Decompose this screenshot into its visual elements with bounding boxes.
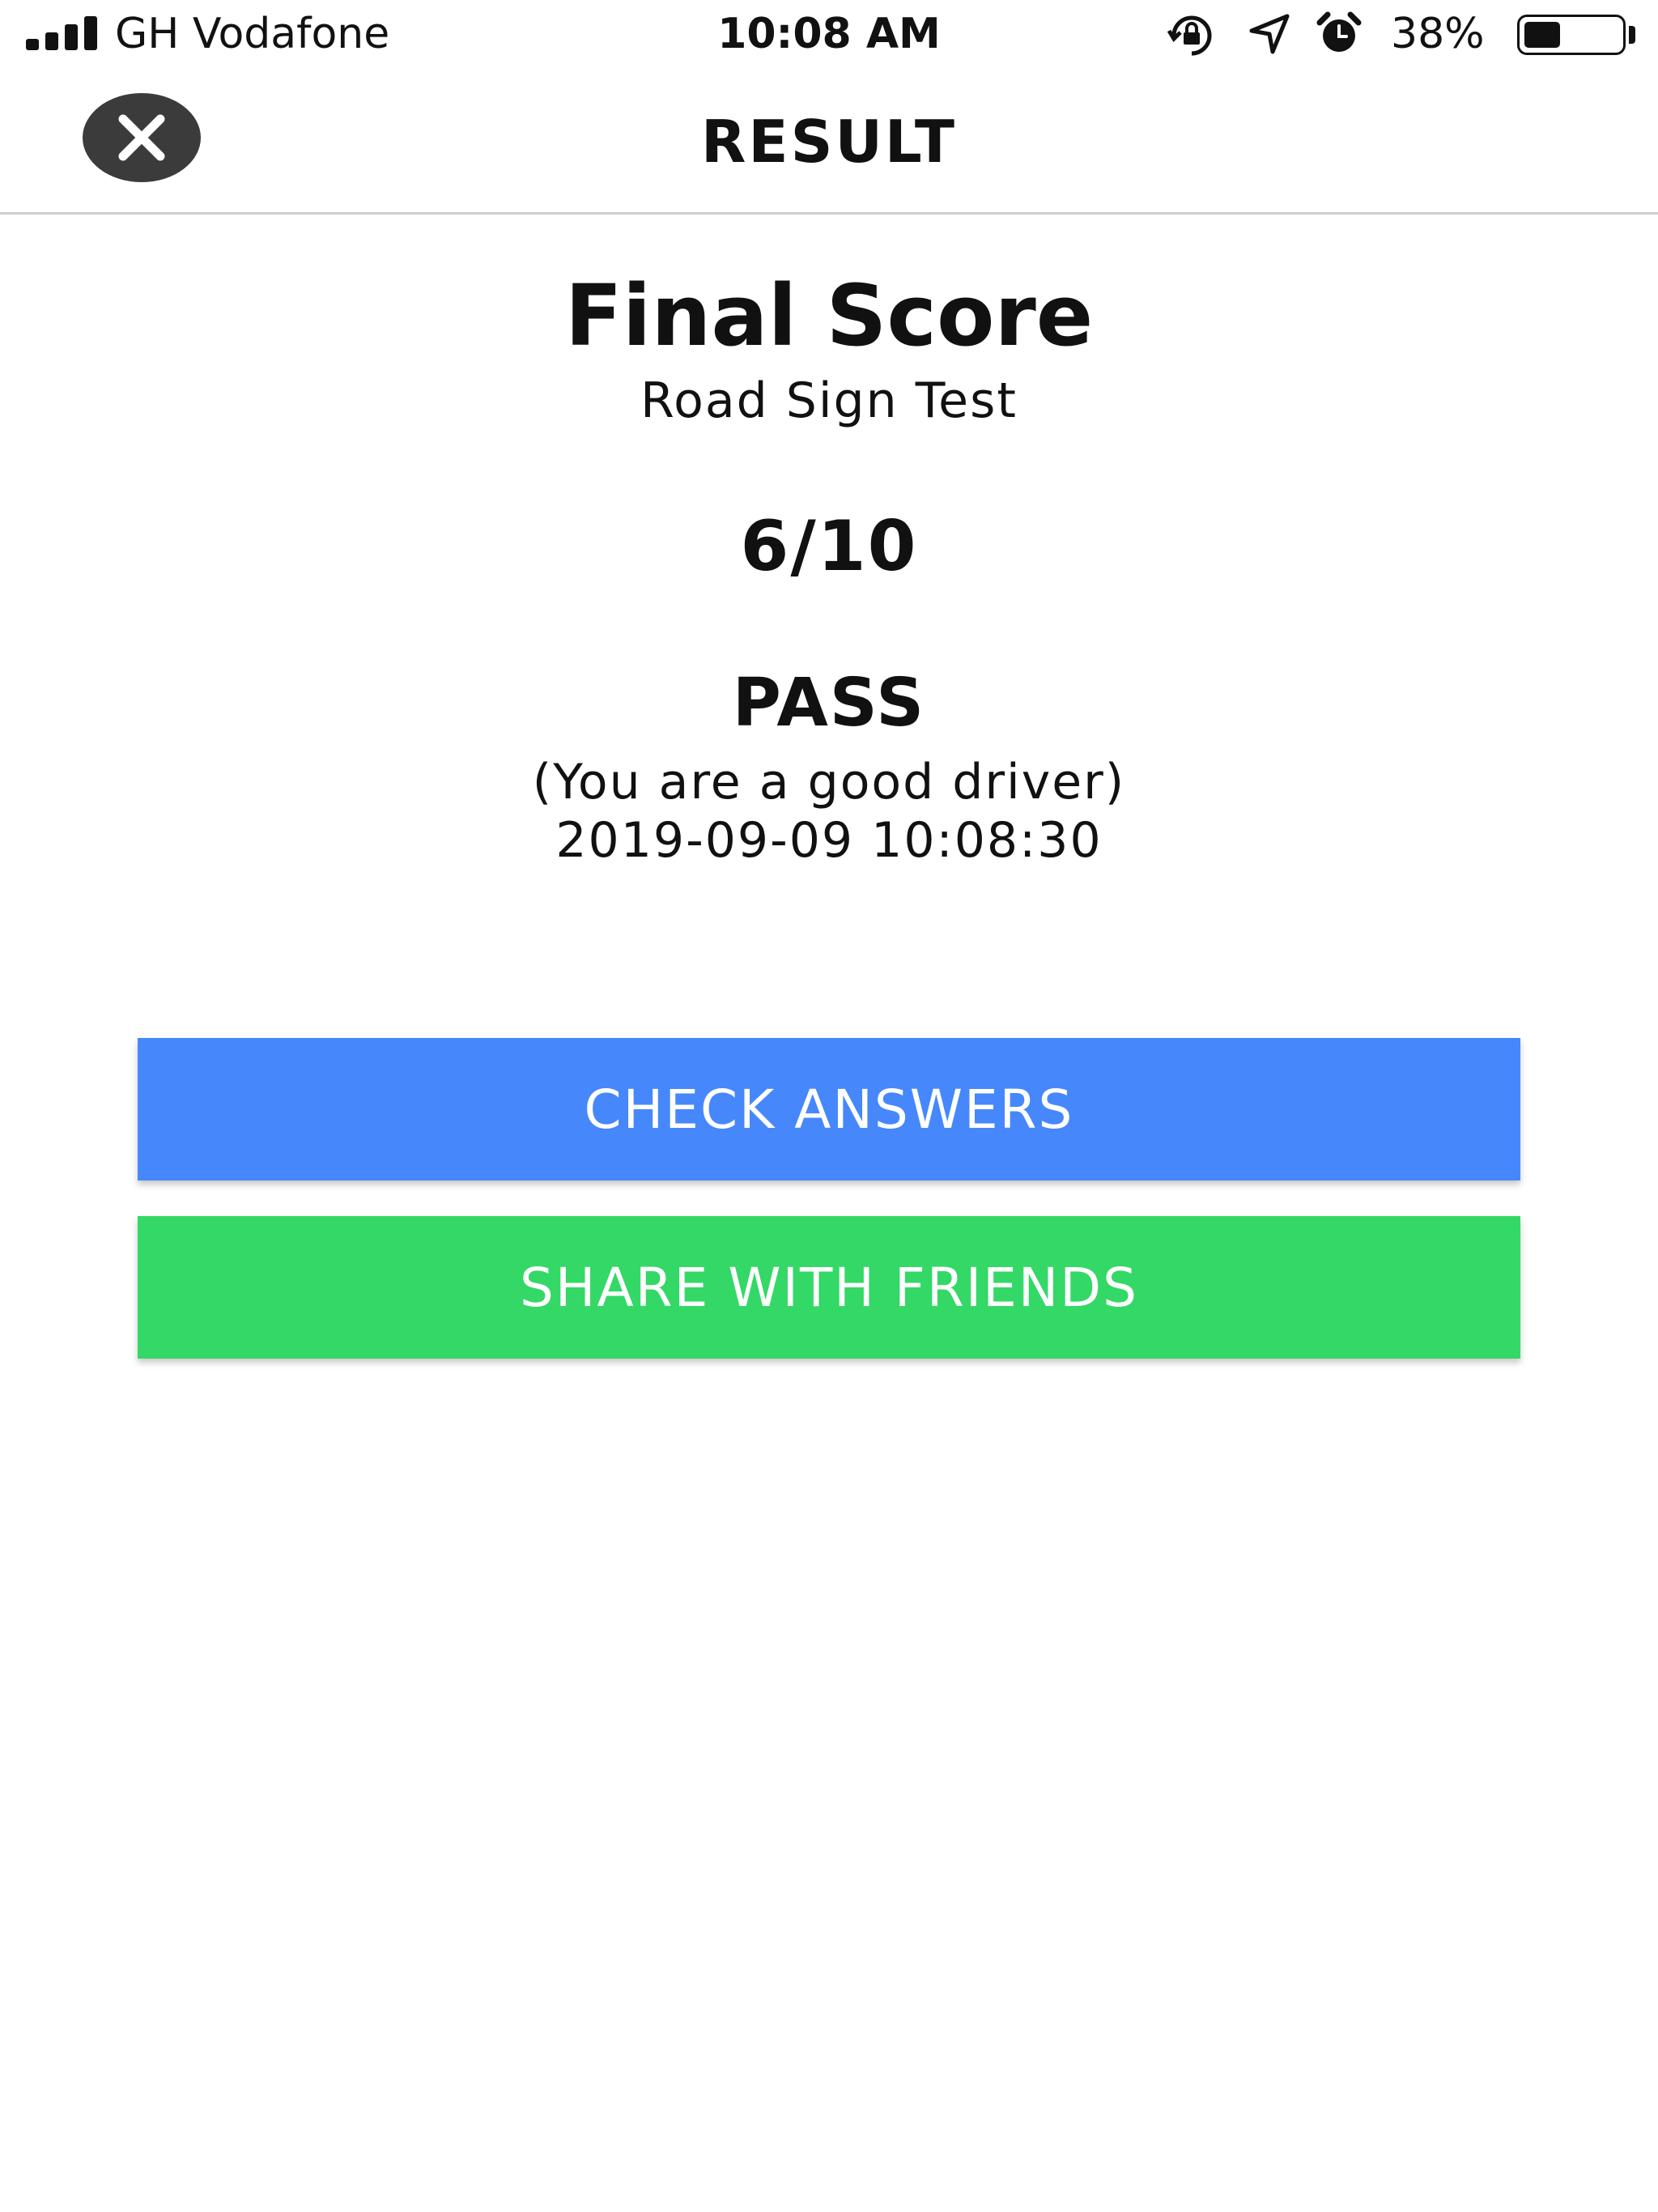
result-remark: (You are a good driver) bbox=[532, 754, 1126, 810]
alarm-icon bbox=[1316, 11, 1362, 52]
result-screen: GH Vodafone 10:08 AM 38% RESULT Final Sc… bbox=[0, 0, 1658, 2212]
battery-percent: 38% bbox=[1391, 10, 1485, 58]
nav-bar: RESULT bbox=[0, 69, 1658, 215]
test-name: Road Sign Test bbox=[640, 372, 1018, 429]
orientation-lock-icon bbox=[1167, 15, 1212, 56]
check-answers-label: CHECK ANSWERS bbox=[584, 1078, 1074, 1141]
battery-cap bbox=[1629, 26, 1635, 44]
score-value: 6/10 bbox=[740, 506, 918, 587]
check-answers-button[interactable]: CHECK ANSWERS bbox=[138, 1038, 1520, 1180]
share-label: SHARE WITH FRIENDS bbox=[520, 1256, 1138, 1319]
status-bar: GH Vodafone 10:08 AM 38% bbox=[0, 0, 1658, 69]
share-with-friends-button[interactable]: SHARE WITH FRIENDS bbox=[138, 1216, 1520, 1359]
battery-icon bbox=[1517, 15, 1626, 55]
battery-level-fill bbox=[1524, 22, 1560, 48]
result-timestamp: 2019-09-09 10:08:30 bbox=[555, 812, 1103, 869]
result-status: PASS bbox=[732, 665, 926, 742]
final-score-heading: Final Score bbox=[564, 266, 1094, 365]
location-icon bbox=[1249, 14, 1290, 54]
page-title: RESULT bbox=[700, 108, 958, 176]
